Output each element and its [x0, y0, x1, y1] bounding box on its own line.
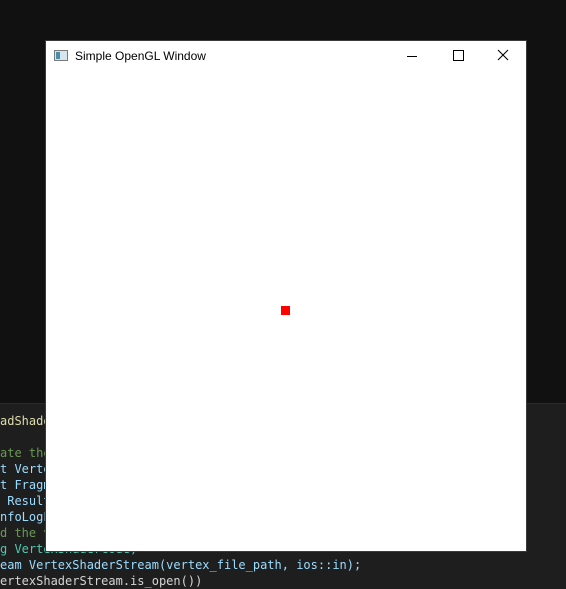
- opengl-canvas[interactable]: [46, 71, 526, 551]
- code-line: adShade: [0, 414, 51, 428]
- code-line: ate the: [0, 446, 51, 460]
- maximize-icon: [453, 50, 464, 61]
- title-bar[interactable]: Simple OpenGL Window: [46, 41, 526, 71]
- code-line: ertexShaderStream.is_open()): [0, 574, 203, 588]
- code-line: eam VertexShaderStream(vertex_file_path,…: [0, 558, 362, 572]
- code-line: t Verte: [0, 462, 51, 476]
- close-button[interactable]: [480, 41, 526, 71]
- minimize-icon: [407, 56, 417, 57]
- code-line: nfoLogL: [0, 510, 51, 524]
- minimize-button[interactable]: [389, 41, 435, 71]
- red-point: [281, 306, 290, 315]
- code-line: t Fragm: [0, 478, 51, 492]
- window-title: Simple OpenGL Window: [75, 49, 206, 63]
- code-line: Result: [0, 494, 51, 508]
- code-line: d the v: [0, 526, 51, 540]
- opengl-window[interactable]: Simple OpenGL Window: [46, 41, 526, 551]
- maximize-button[interactable]: [435, 41, 481, 71]
- window-app-icon: [54, 50, 68, 61]
- close-icon: [497, 49, 509, 61]
